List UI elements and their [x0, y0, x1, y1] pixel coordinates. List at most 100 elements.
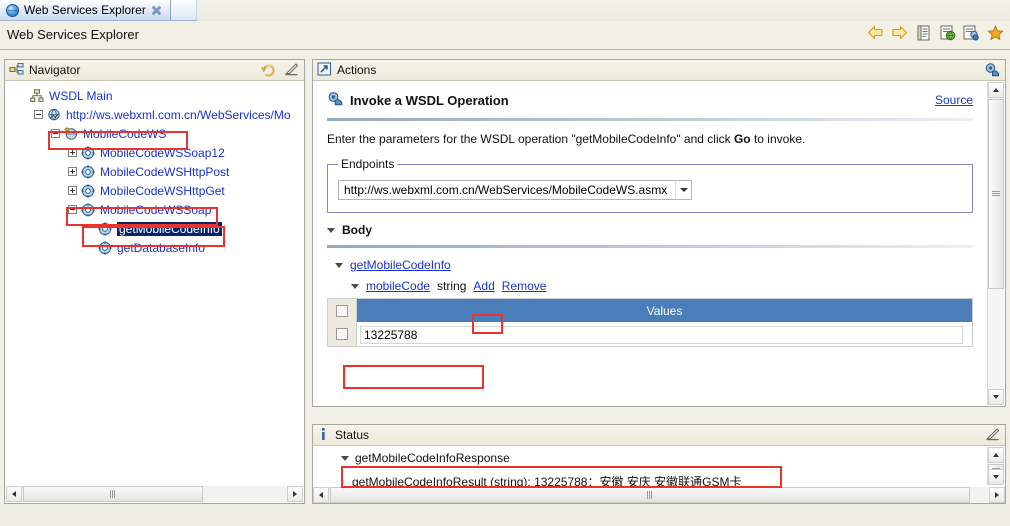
gear-icon [81, 202, 95, 217]
triangle-down-icon[interactable] [351, 283, 359, 289]
bottom-strip [0, 504, 1010, 526]
tree-item-label: MobileCodeWSHttpPost [100, 164, 230, 179]
wsdl-tree: WSDL Main http://ws.webxml.com.cn/WebServ… [5, 81, 304, 257]
tree-item-mobilecodews[interactable]: MobileCodeWS [5, 124, 304, 143]
scroll-right-icon[interactable] [989, 487, 1005, 503]
actions-vscroll-thumb[interactable] [988, 99, 1004, 289]
param-row: mobileCode string Add Remove [351, 279, 973, 293]
tree-toggle-spacer [17, 91, 26, 100]
tree-item-label: MobileCodeWSSoap12 [100, 145, 225, 160]
status-hscroll-thumb[interactable] [330, 487, 970, 503]
endpoint-selected-value: http://ws.webxml.com.cn/WebServices/Mobi… [344, 183, 668, 197]
remove-link[interactable]: Remove [502, 279, 547, 293]
invoke-wsdl-icon [327, 91, 343, 109]
tree-item-wsdl-main[interactable]: WSDL Main [5, 86, 304, 105]
values-table-header-row: Values [327, 298, 973, 322]
close-icon[interactable] [151, 5, 162, 16]
operation-row[interactable]: getMobileCodeInfo [335, 258, 973, 272]
web-services-explorer-window: Web Services Explorer Web Services Explo… [0, 0, 1010, 526]
expand-icon[interactable] [68, 148, 77, 157]
triangle-down-icon[interactable] [327, 227, 335, 233]
expand-icon[interactable] [68, 186, 77, 195]
uddi-page-icon[interactable] [963, 25, 980, 42]
actions-menu-icon[interactable] [984, 62, 1000, 80]
refresh-icon[interactable] [261, 62, 277, 80]
chevron-down-icon[interactable] [675, 181, 691, 199]
status-response-row[interactable]: getMobileCodeInfoResponse [341, 451, 979, 465]
status-header: Status [313, 425, 1005, 446]
triangle-down-icon[interactable] [335, 262, 343, 268]
tree-item-mobilecodewshttpget[interactable]: MobileCodeWSHttpGet [5, 181, 304, 200]
tree-item-label: getMobileCodeInfo [117, 221, 222, 236]
tree-item-label: http://ws.webxml.com.cn/WebServices/Mo [66, 107, 291, 122]
collapse-icon[interactable] [34, 110, 43, 119]
scroll-left-icon[interactable] [313, 487, 329, 503]
tree-item-getdatabaseinfo[interactable]: getDatabaseInfo [5, 238, 304, 257]
tree-item-label: WSDL Main [49, 88, 113, 103]
scroll-down-icon[interactable] [988, 469, 1004, 485]
wsdl-page-icon[interactable] [915, 25, 932, 42]
tree-item-mobilecodewssoap[interactable]: MobileCodeWSSoap [5, 200, 304, 219]
operation-link[interactable]: getMobileCodeInfo [350, 258, 451, 272]
forward-icon[interactable] [891, 25, 908, 42]
navigator-hscroll-thumb[interactable] [23, 486, 203, 502]
tree-item-getmobilecodeinfo[interactable]: getMobileCodeInfo [5, 219, 304, 238]
source-link[interactable]: Source [935, 93, 973, 107]
param-name-link[interactable]: mobileCode [366, 279, 430, 293]
gear-icon [81, 145, 95, 160]
collapse-icon[interactable] [51, 129, 60, 138]
description-post: to invoke. [750, 132, 806, 146]
row-checkbox[interactable] [336, 328, 348, 340]
actions-vscrollbar[interactable] [987, 82, 1004, 405]
scroll-down-icon[interactable] [988, 389, 1004, 405]
view-menu-icon[interactable] [284, 62, 299, 80]
tree-item-http-ws-webxml-com-cn-webservi[interactable]: http://ws.webxml.com.cn/WebServices/Mo [5, 105, 304, 124]
endpoints-legend: Endpoints [341, 157, 395, 171]
status-hscrollbar[interactable] [313, 487, 1005, 503]
status-vscrollbar[interactable] [987, 447, 1004, 485]
body-divider [327, 245, 973, 248]
add-link[interactable]: Add [473, 279, 494, 293]
value-cell[interactable] [356, 322, 973, 347]
gear-icon [98, 240, 112, 255]
status-menu-icon[interactable] [985, 427, 1000, 445]
web-page-icon[interactable] [939, 25, 956, 42]
scroll-right-icon[interactable] [287, 486, 303, 502]
select-all-checkbox-cell[interactable] [327, 298, 357, 322]
navigator-icon [9, 62, 24, 79]
collapse-icon[interactable] [68, 205, 77, 214]
actions-description: Enter the parameters for the WSDL operat… [327, 132, 973, 146]
expand-icon[interactable] [68, 167, 77, 176]
tree-item-label: MobileCodeWS [83, 126, 167, 141]
tree-item-mobilecodewshttppost[interactable]: MobileCodeWSHttpPost [5, 162, 304, 181]
navigator-hscrollbar[interactable] [6, 486, 303, 502]
scroll-up-icon[interactable] [988, 82, 1004, 98]
wsdl-main-icon [30, 88, 44, 103]
body-section-header[interactable]: Body [327, 223, 973, 237]
endpoints-group: Endpoints http://ws.webxml.com.cn/WebSer… [327, 157, 973, 213]
back-icon[interactable] [867, 25, 884, 42]
actions-title: Actions [337, 63, 377, 77]
gear-icon [81, 164, 95, 179]
select-all-checkbox[interactable] [336, 304, 348, 317]
wsdl-binding-icon [64, 126, 78, 141]
tab-web-services-explorer[interactable]: Web Services Explorer [0, 0, 171, 21]
gear-icon [98, 221, 112, 236]
scroll-left-icon[interactable] [6, 486, 22, 502]
globe-icon [6, 3, 19, 17]
invoke-heading-label: Invoke a WSDL Operation [350, 92, 509, 108]
triangle-down-icon[interactable] [341, 455, 349, 461]
tab-strip: Web Services Explorer [0, 0, 1010, 21]
actions-header: Actions [313, 60, 1005, 81]
body-section-label: Body [342, 223, 372, 237]
info-icon [317, 427, 330, 444]
mobile-code-input[interactable] [360, 326, 963, 344]
scroll-up-icon[interactable] [988, 447, 1004, 463]
favorites-icon[interactable] [987, 25, 1004, 42]
tree-item-mobilecodewssoap12[interactable]: MobileCodeWSSoap12 [5, 143, 304, 162]
tree-toggle-spacer [85, 243, 94, 252]
endpoint-select[interactable]: http://ws.webxml.com.cn/WebServices/Mobi… [338, 180, 693, 200]
tree-item-label: MobileCodeWSSoap [100, 202, 212, 217]
values-table: Values [327, 298, 973, 347]
row-checkbox-cell[interactable] [327, 322, 357, 347]
